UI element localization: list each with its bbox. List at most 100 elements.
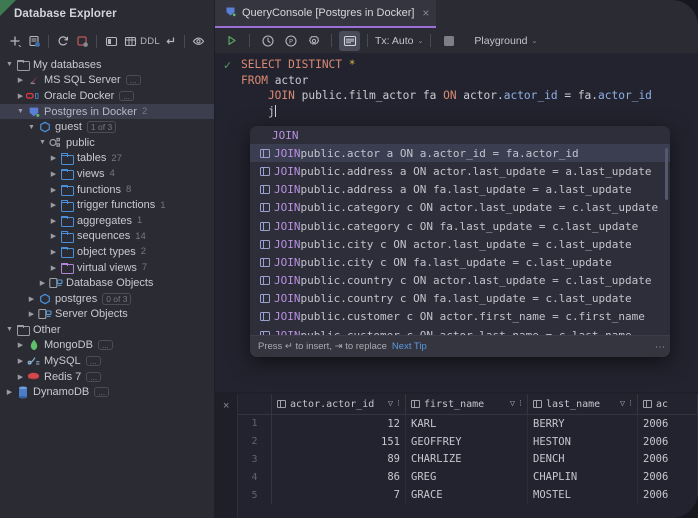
tree-item-more-icon[interactable]: ... xyxy=(97,340,113,351)
filter-icon[interactable]: ▽ xyxy=(510,399,515,409)
cell-first-name[interactable]: KARL xyxy=(406,415,528,433)
chevron-right-icon[interactable]: ▶ xyxy=(48,201,59,209)
cell-last-update[interactable]: 2006 xyxy=(638,450,698,469)
cell-last-name[interactable]: CHAPLIN xyxy=(528,468,638,487)
stop-refresh-icon[interactable] xyxy=(73,31,91,51)
autocomplete-item[interactable]: JOIN public.address a ON fa.last_update … xyxy=(250,181,670,199)
tree-item-more-icon[interactable]: ... xyxy=(86,371,102,382)
transaction-mode-selector[interactable]: Tx: Auto ⌄ xyxy=(375,35,423,47)
cell-last-update[interactable]: 2006 xyxy=(638,468,698,487)
tree-item-more-icon[interactable]: ... xyxy=(119,90,135,101)
code-line[interactable]: SELECT DISTINCT * xyxy=(241,57,652,73)
chevron-right-icon[interactable]: ▶ xyxy=(26,310,37,318)
table-row[interactable]: 5 7 GRACE MOSTEL 2006 xyxy=(238,486,698,504)
cell-actor-id[interactable]: 89 xyxy=(272,450,406,469)
cell-actor-id[interactable]: 86 xyxy=(272,468,406,487)
database-properties-icon[interactable] xyxy=(25,31,43,51)
chevron-right-icon[interactable]: ▶ xyxy=(48,264,59,272)
autocomplete-item[interactable]: JOIN public.country c ON fa.last_update … xyxy=(250,290,670,308)
autocomplete-item[interactable]: JOIN public.customer c ON actor.last_nam… xyxy=(250,326,670,335)
tab-query-console[interactable]: QueryConsole [Postgres in Docker] × xyxy=(215,0,437,28)
open-console-icon[interactable] xyxy=(102,31,120,51)
data-editor-icon[interactable] xyxy=(121,31,139,51)
table-row[interactable]: 4 86 GREG CHAPLIN 2006 xyxy=(238,468,698,487)
chevron-right-icon[interactable]: ▶ xyxy=(48,248,59,256)
sql-code[interactable]: SELECT DISTINCT * FROM actor JOIN public.… xyxy=(241,57,652,119)
tree-item-server-objects[interactable]: ▶ Server Objects xyxy=(0,307,214,323)
chevron-right-icon[interactable]: ▶ xyxy=(26,295,37,303)
tree-item-postgres[interactable]: ▶ postgres 0 of 3 xyxy=(0,291,214,307)
history-icon[interactable] xyxy=(257,31,278,51)
tree-item-redis-7[interactable]: ▶ Redis 7... xyxy=(0,369,214,385)
tree-item-views[interactable]: ▶ views 4 xyxy=(0,166,214,182)
tree-item-ms-sql-server[interactable]: ▶ MS SQL Server... xyxy=(0,73,214,89)
autocomplete-item[interactable]: JOIN public.category c ON actor.last_upd… xyxy=(250,199,670,217)
sort-icon[interactable]: ⁝ xyxy=(519,399,522,409)
cell-last-name[interactable]: BERRY xyxy=(528,415,638,433)
chevron-right-icon[interactable]: ▶ xyxy=(15,341,26,349)
autocomplete-item[interactable]: JOIN public.country c ON actor.last_upda… xyxy=(250,272,670,290)
tree-item-more-icon[interactable]: ... xyxy=(85,356,101,367)
chevron-right-icon[interactable]: ▶ xyxy=(48,217,59,225)
autocomplete-item[interactable]: JOIN public.customer c ON actor.first_na… xyxy=(250,308,670,326)
autocomplete-item[interactable]: JOIN public.address a ON actor.last_upda… xyxy=(250,162,670,180)
cell-first-name[interactable]: GRACE xyxy=(406,486,528,504)
table-row[interactable]: 2 151 GEOFFREY HESTON 2006 xyxy=(238,432,698,451)
autocomplete-item[interactable]: JOIN public.city c ON fa.last_update = c… xyxy=(250,253,670,271)
filter-icon[interactable]: ▽ xyxy=(388,399,393,409)
tree-item-functions[interactable]: ▶ functions 8 xyxy=(0,182,214,198)
tree-item-aggregates[interactable]: ▶ aggregates 1 xyxy=(0,213,214,229)
cell-actor-id[interactable]: 151 xyxy=(272,432,406,451)
tree-item-guest[interactable]: ▼ guest 1 of 3 xyxy=(0,119,214,135)
tree-item-sequences[interactable]: ▶ sequences 14 xyxy=(0,229,214,245)
add-icon[interactable] xyxy=(6,31,24,51)
grid-body[interactable]: 1 12 KARL BERRY 2006 2 151 GEOFFREY HESTON 2006 3 8… xyxy=(238,415,698,504)
cell-first-name[interactable]: CHARLIZE xyxy=(406,450,528,469)
cell-last-update[interactable]: 2006 xyxy=(638,432,698,451)
tree-item-trigger-functions[interactable]: ▶ trigger functions 1 xyxy=(0,197,214,213)
sort-icon[interactable]: ⁝ xyxy=(629,399,632,409)
tree-item-dynamodb[interactable]: ▶ DynamoDB... xyxy=(0,384,214,400)
stop-button[interactable] xyxy=(438,31,459,51)
cell-first-name[interactable]: GREG xyxy=(406,468,528,487)
chevron-down-icon[interactable]: ▼ xyxy=(4,326,15,333)
chevron-right-icon[interactable]: ▶ xyxy=(15,373,26,381)
table-row[interactable]: 3 89 CHARLIZE DENCH 2006 xyxy=(238,450,698,469)
tree-item-tables[interactable]: ▶ tables 27 xyxy=(0,151,214,167)
ddl-icon[interactable]: DDL xyxy=(140,31,160,51)
column-header-first-name[interactable]: first_name ▽ ⁝ xyxy=(406,394,528,414)
tree-item-mongodb[interactable]: ▶ MongoDB... xyxy=(0,338,214,354)
chevron-down-icon[interactable]: ▼ xyxy=(15,108,26,115)
chevron-right-icon[interactable]: ▶ xyxy=(48,154,59,162)
refresh-icon[interactable] xyxy=(54,31,72,51)
next-tip-link[interactable]: Next Tip xyxy=(392,341,427,352)
code-line[interactable]: j xyxy=(241,104,652,120)
chevron-down-icon[interactable]: ▼ xyxy=(37,139,48,146)
cell-last-update[interactable]: 2006 xyxy=(638,486,698,504)
tree-item-more-icon[interactable]: ... xyxy=(125,75,141,86)
chevron-right-icon[interactable]: ▶ xyxy=(48,232,59,240)
tree-item-postgres-in-docker[interactable]: ▼ Postgres in Docker 2 xyxy=(0,103,214,120)
close-icon[interactable]: × xyxy=(223,400,229,412)
close-icon[interactable]: × xyxy=(422,7,429,19)
tree-item-database-objects[interactable]: ▶ Database Objects xyxy=(0,275,214,291)
code-line[interactable]: JOIN public.film_actor fa ON actor.actor… xyxy=(241,88,652,104)
column-header-last-update[interactable]: ac xyxy=(638,394,698,414)
tree-item-public[interactable]: ▼ public xyxy=(0,135,214,151)
chevron-right-icon[interactable]: ▶ xyxy=(15,76,26,84)
table-row[interactable]: 1 12 KARL BERRY 2006 xyxy=(238,415,698,433)
schema-selector[interactable]: Playground ⌄ xyxy=(474,35,537,47)
autocomplete-item[interactable]: JOIN public.city c ON actor.last_update … xyxy=(250,235,670,253)
tree-item-more-icon[interactable]: ... xyxy=(94,387,110,398)
preview-icon[interactable] xyxy=(190,31,208,51)
autocomplete-popup[interactable]: JOIN JOIN public.actor a ON a.actor_id = … xyxy=(250,126,670,357)
chevron-right-icon[interactable]: ▶ xyxy=(15,92,26,100)
cell-first-name[interactable]: GEOFFREY xyxy=(406,432,528,451)
jump-to-source-icon[interactable] xyxy=(161,31,179,51)
autocomplete-item[interactable]: JOIN public.category c ON fa.last_update… xyxy=(250,217,670,235)
autocomplete-menu-icon[interactable]: ⋮ xyxy=(654,342,665,352)
sort-icon[interactable]: ⁝ xyxy=(397,399,400,409)
tree-item-object-types[interactable]: ▶ object types 2 xyxy=(0,244,214,260)
autocomplete-list[interactable]: JOIN JOIN public.actor a ON a.actor_id = … xyxy=(250,126,670,335)
cell-actor-id[interactable]: 7 xyxy=(272,486,406,504)
